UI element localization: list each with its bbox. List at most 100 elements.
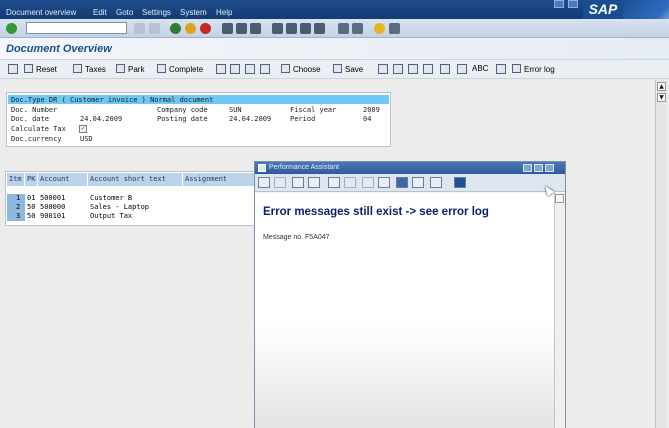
park-icon — [116, 64, 125, 73]
column-icon[interactable] — [260, 64, 270, 74]
window-icon — [258, 164, 266, 172]
col-assignment[interactable]: Assignment — [183, 173, 255, 186]
edit-icon[interactable] — [328, 177, 340, 188]
enter-icon[interactable] — [6, 23, 17, 34]
row-account[interactable]: 900101 — [40, 212, 65, 221]
assistant-toolbar — [255, 174, 565, 192]
back-arrow-icon[interactable] — [134, 23, 145, 34]
row-account-text: Customer B — [90, 194, 133, 202]
find-icon[interactable] — [236, 23, 247, 34]
close-icon[interactable] — [454, 177, 466, 188]
shortcut-icon[interactable] — [352, 23, 363, 34]
row-account[interactable]: 500000 — [40, 203, 65, 212]
list-icon[interactable] — [457, 64, 467, 74]
save-doc-icon — [333, 64, 342, 73]
last-page-icon[interactable] — [314, 23, 325, 34]
copy-icon[interactable] — [393, 64, 403, 74]
choose-icon — [281, 64, 290, 73]
maximize-icon[interactable] — [534, 164, 543, 172]
col-itm[interactable]: Itm — [7, 173, 25, 186]
reset-button[interactable]: Reset — [24, 64, 57, 74]
display-icon[interactable] — [8, 64, 18, 74]
error-log-icon — [512, 64, 521, 73]
performance-assistant-title: Performance Assistant — [255, 162, 565, 174]
menu-edit[interactable]: Edit — [93, 8, 107, 17]
minimize-icon[interactable] — [523, 164, 532, 172]
sort-icon[interactable] — [245, 64, 255, 74]
row-pk: 50 — [27, 212, 36, 220]
delete-icon[interactable] — [440, 64, 450, 74]
doc-type-line: Doc.Type DR ( Customer invoice ) Normal … — [11, 96, 214, 104]
sap-logo: SAP — [583, 0, 623, 19]
taxes-icon — [73, 64, 82, 73]
minimize-icon[interactable] — [554, 0, 564, 8]
first-page-icon[interactable] — [272, 23, 283, 34]
posting-date-value: 24.04.2009 — [229, 115, 272, 123]
line-items-table: Itm PK Account Account short text Assign… — [5, 171, 255, 226]
error-log-button[interactable]: Error log — [512, 64, 555, 74]
row-pk: 50 — [27, 203, 36, 211]
col-account-text[interactable]: Account short text — [88, 173, 183, 186]
menu-settings[interactable]: Settings — [142, 8, 171, 17]
page-title: Document Overview — [6, 43, 112, 55]
print-icon[interactable] — [222, 23, 233, 34]
message-number: Message no. F5A047 — [263, 234, 330, 241]
analysis-icon[interactable] — [496, 64, 506, 74]
layout-icon[interactable] — [389, 23, 400, 34]
doc-currency-value: USD — [80, 135, 93, 143]
calculate-tax-checkbox[interactable]: ✓ — [79, 125, 87, 133]
close-icon[interactable] — [545, 164, 554, 172]
next-page-icon[interactable] — [300, 23, 311, 34]
cancel-icon[interactable] — [200, 23, 211, 34]
scroll-up-icon[interactable] — [555, 194, 564, 203]
menu-help[interactable]: Help — [216, 8, 232, 17]
print-list-icon[interactable] — [230, 64, 240, 74]
help-icon[interactable] — [374, 23, 385, 34]
application-toolbar: Reset Taxes Park Complete Choose Save AB… — [0, 60, 669, 79]
scroll-up-icon[interactable]: ▲ — [657, 82, 666, 91]
cut-icon[interactable] — [344, 177, 356, 188]
park-button[interactable]: Park — [116, 64, 144, 74]
standard-toolbar — [0, 19, 669, 38]
row-account-text: Output Tax — [90, 212, 133, 220]
copy-icon[interactable] — [362, 177, 374, 188]
col-account[interactable]: Account — [38, 173, 88, 186]
menu-document-overview[interactable]: Document overview — [6, 8, 76, 17]
period-value: 04 — [363, 115, 372, 123]
note-icon[interactable] — [412, 177, 424, 188]
main-scrollbar[interactable]: ▲ ▼ — [655, 80, 667, 428]
settings-icon[interactable] — [308, 177, 320, 188]
find-next-icon[interactable] — [250, 23, 261, 34]
forward-arrow-icon[interactable] — [274, 177, 286, 188]
layout-icon[interactable] — [430, 177, 442, 188]
print-icon[interactable] — [378, 177, 390, 188]
row-item: 3 — [16, 212, 21, 220]
menu-system[interactable]: System — [180, 8, 207, 17]
fiscal-year-value: 2009 — [363, 106, 380, 114]
detail-icon[interactable] — [408, 64, 418, 74]
row-account[interactable]: 500001 — [40, 194, 65, 203]
doc-date-value: 24.04.2009 — [80, 115, 123, 123]
mail-icon[interactable] — [396, 177, 408, 188]
scroll-down-icon[interactable]: ▼ — [657, 93, 666, 102]
new-session-icon[interactable] — [338, 23, 349, 34]
col-pk[interactable]: PK — [25, 173, 38, 186]
exit-icon[interactable] — [185, 23, 196, 34]
edit-icon[interactable] — [423, 64, 433, 74]
save-button[interactable]: Save — [333, 64, 363, 74]
command-field[interactable] — [26, 22, 127, 34]
previous-page-icon[interactable] — [286, 23, 297, 34]
technical-info-icon[interactable] — [292, 177, 304, 188]
back-icon[interactable] — [170, 23, 181, 34]
taxes-button[interactable]: Taxes — [73, 64, 106, 74]
table-icon[interactable] — [378, 64, 388, 74]
assistant-scrollbar[interactable] — [554, 193, 565, 428]
abc-button[interactable]: ABC — [472, 64, 488, 73]
filter-icon[interactable] — [216, 64, 226, 74]
save-icon[interactable] — [149, 23, 160, 34]
choose-button[interactable]: Choose — [281, 64, 321, 74]
back-arrow-icon[interactable] — [258, 177, 270, 188]
maximize-icon[interactable] — [568, 0, 578, 8]
menu-goto[interactable]: Goto — [116, 8, 133, 17]
complete-button[interactable]: Complete — [157, 64, 203, 74]
